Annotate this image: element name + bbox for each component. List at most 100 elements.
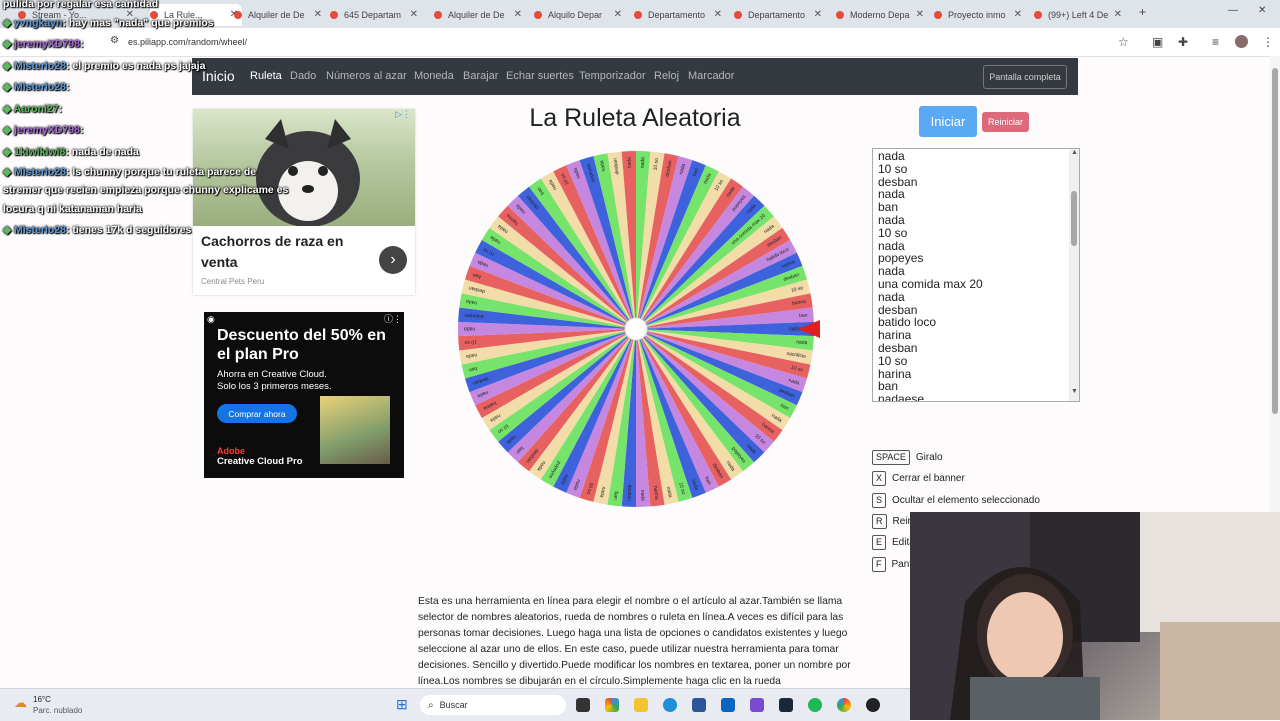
ad2-title: Descuento del 50% en el plan Pro (217, 327, 386, 363)
tab-label: Moderno Depa (850, 10, 910, 20)
puzzle-icon[interactable]: ✚ (1178, 35, 1188, 49)
close-window-icon[interactable]: ✕ (1258, 5, 1266, 16)
textarea-line: desban (878, 340, 918, 355)
nav-item-dado[interactable]: Dado (290, 70, 316, 82)
tab-favicon-icon (434, 11, 442, 19)
store-icon[interactable] (692, 698, 706, 712)
playlist-icon[interactable]: ≡ (1212, 35, 1219, 49)
minimize-icon[interactable]: — (1228, 5, 1238, 16)
adobe-small-icon: ◉ (207, 314, 215, 324)
page-scrollbar[interactable] (1270, 56, 1280, 512)
nav-item-barajar[interactable]: Barajar (463, 70, 498, 82)
tab-close-icon[interactable]: ✕ (514, 9, 522, 20)
roulette-wheel[interactable]: nada 10 so desban nada bannada 10 so nadapopey… (455, 148, 817, 510)
ad-puppies[interactable]: ▷⋮ Cachorros de raza en venta › Central … (193, 109, 415, 295)
tab-close-icon[interactable]: ✕ (714, 9, 722, 20)
names-textarea[interactable]: nada 10 so desban nada ban nada 10 so nada popey… (872, 148, 1080, 402)
browser-tab[interactable]: Moderno Depa ✕ (836, 4, 928, 26)
browser-tab[interactable]: Proyecto inmo ✕ (934, 4, 1026, 26)
tab-close-icon[interactable]: ✕ (314, 9, 322, 20)
shortcut-key: E (872, 535, 887, 550)
adchoices-icon[interactable]: ▷⋮ (395, 109, 411, 120)
reset-button[interactable]: Reiniciar (982, 112, 1029, 132)
ad2-photo (320, 396, 390, 464)
textarea-scrollbar[interactable]: ▲ ▼ (1069, 149, 1079, 401)
wheel-slice-label: nada (639, 490, 645, 502)
description-text: Esta es una herramienta en línea para el… (418, 596, 851, 687)
buy-now-button[interactable]: Comprar ahora (217, 404, 297, 423)
tab-close-icon[interactable]: ✕ (614, 9, 622, 20)
obs-icon[interactable] (866, 698, 880, 712)
ad2-body: Ahorra en Creative Cloud. Solo los 3 pri… (217, 369, 332, 392)
nav-brand[interactable]: Inicio (202, 68, 235, 84)
chat-badge-icon: ◆ (3, 224, 14, 236)
wheel-pointer-icon (798, 320, 820, 338)
adchoices-icon[interactable]: ⓘ⋮ (384, 312, 402, 325)
profile-avatar[interactable] (1235, 35, 1248, 48)
nav-item-reloj[interactable]: Reloj (654, 70, 679, 82)
chat-username: Misterio28 (14, 224, 66, 236)
nav-item-temporizador[interactable]: Temporizador (579, 70, 646, 82)
tab-close-icon[interactable]: ✕ (1114, 9, 1122, 20)
outlook-icon[interactable] (721, 698, 735, 712)
ad2-brand: Creative Cloud Pro (217, 456, 303, 467)
taskbar-search[interactable]: ⌕ Buscar (420, 695, 566, 715)
chevron-right-icon[interactable]: › (379, 246, 407, 274)
chat-username: 1kiwikiwi8 (14, 146, 66, 158)
discord-icon[interactable] (750, 698, 764, 712)
edge-icon[interactable] (663, 698, 677, 712)
shortcut-item: S Ocultar el elemento seleccionado (872, 493, 1040, 508)
shortcut-label: Pant (891, 559, 913, 570)
browser-tab[interactable]: 645 Departam ✕ (330, 4, 422, 26)
ad1-source: Central Pets Peru (201, 277, 265, 286)
fullscreen-button[interactable]: Pantalla completa (983, 65, 1067, 89)
textarea-line: nada (878, 212, 905, 227)
chat-text: : (65, 81, 70, 93)
browser-tab[interactable]: Alquiler de De ✕ (434, 4, 526, 26)
browser-tab[interactable]: Departamento ✕ (634, 4, 726, 26)
nav-item-moneda[interactable]: Moneda (414, 70, 454, 82)
nav-item-numeros[interactable]: Números al azar (326, 70, 407, 82)
chat-text: : el premio es nada ps jajaja (65, 60, 206, 72)
tab-close-icon[interactable]: ✕ (410, 9, 418, 20)
browser-tab[interactable]: Alquiler de De ✕ (234, 4, 326, 26)
chrome-icon[interactable] (837, 698, 851, 712)
menu-icon[interactable]: ⋮ (1262, 35, 1274, 49)
task-view-icon[interactable] (576, 698, 590, 712)
shortcut-label: Ocultar el elemento seleccionado (892, 495, 1040, 506)
file-explorer-icon[interactable] (634, 698, 648, 712)
tab-label: Proyecto inmo (948, 10, 1006, 20)
tab-close-icon[interactable]: ✕ (1014, 9, 1022, 20)
browser-tab[interactable]: (99+) Left 4 De ✕ (1034, 4, 1126, 26)
chat-text: : (58, 103, 63, 115)
tab-label: (99+) Left 4 De (1048, 10, 1109, 20)
start-button[interactable]: Iniciar (919, 106, 977, 137)
page-title: La Ruleta Aleatoria (529, 104, 741, 132)
tab-label: Alquiler de De (248, 10, 305, 20)
nav-item-echar-suertes[interactable]: Echar suertes (506, 70, 574, 82)
extension-icon[interactable]: ▣ (1152, 35, 1163, 49)
tab-favicon-icon (234, 11, 242, 19)
chat-message: stremer que recien empieza porque chunny… (3, 184, 288, 196)
copilot-icon[interactable] (605, 698, 619, 712)
tab-close-icon[interactable]: ✕ (814, 9, 822, 20)
windows-start-icon[interactable]: ⊞ (396, 696, 408, 713)
steam-icon[interactable] (779, 698, 793, 712)
browser-tab[interactable]: Alquilo Depar ✕ (534, 4, 626, 26)
site-info-icon[interactable]: ⚙ (110, 35, 119, 46)
url-field[interactable]: es.piliapp.com/random/wheel/ (128, 37, 247, 47)
ad-adobe[interactable]: ◉ ⓘ⋮ Descuento del 50% en el plan Pro Ah… (204, 312, 404, 478)
new-tab-icon[interactable]: + (1139, 5, 1146, 19)
chat-username: yvngkayn (14, 17, 63, 29)
tab-label: 645 Departam (344, 10, 402, 20)
chat-text: : (79, 38, 84, 50)
browser-tab[interactable]: Departamento ✕ (734, 4, 826, 26)
nav-item-ruleta[interactable]: Ruleta (250, 70, 282, 82)
spotify-icon[interactable] (808, 698, 822, 712)
bookmark-star-icon[interactable]: ☆ (1118, 35, 1129, 49)
nav-item-marcador[interactable]: Marcador (688, 70, 734, 82)
tab-close-icon[interactable]: ✕ (916, 9, 924, 20)
adobe-logo: Adobe (217, 446, 245, 456)
search-label: Buscar (439, 700, 468, 710)
chat-text: : tienes 17k d seguidores (65, 224, 192, 236)
